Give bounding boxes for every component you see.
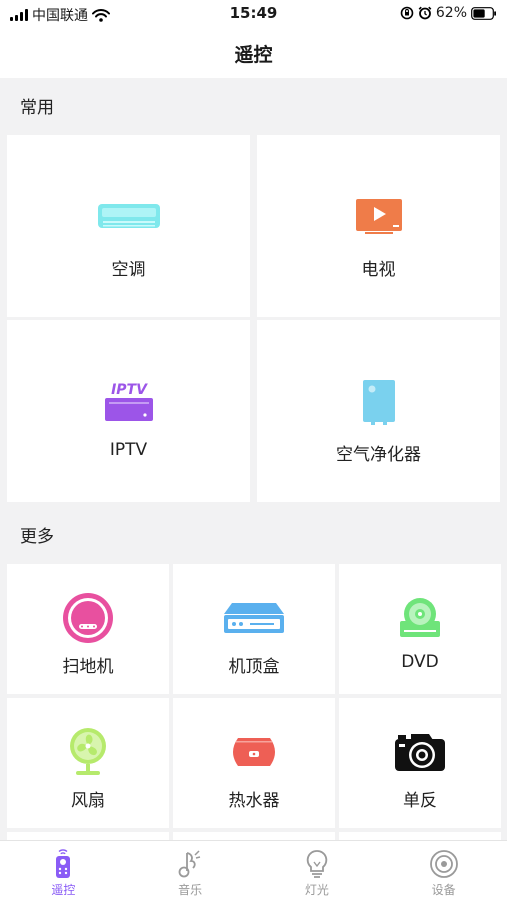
tab-devices[interactable]: 设备	[380, 841, 507, 900]
set-top-box-icon	[204, 590, 304, 646]
device-label: 风扇	[71, 791, 105, 811]
device-card-water-heater[interactable]: 热水器	[173, 698, 335, 828]
status-bar: 中国联通 15:49 62%	[0, 0, 507, 28]
section-title-common: 常用	[20, 98, 54, 118]
device-card-iptv[interactable]: IPTV IPTV	[7, 320, 250, 502]
air-conditioner-icon	[69, 187, 189, 247]
battery-percent: 62%	[435, 5, 467, 21]
device-card-set-top-box[interactable]: 机顶盒	[173, 564, 335, 694]
device-card-robot-vacuum[interactable]: 扫地机	[7, 564, 169, 694]
tab-remote[interactable]: 遥控	[0, 841, 127, 900]
device-label: 电视	[361, 260, 396, 280]
device-card-fan[interactable]: 风扇	[7, 698, 169, 828]
iptv-icon-text: IPTV	[111, 382, 148, 398]
tab-label: 音乐	[178, 883, 203, 897]
device-card-camera[interactable]: 单反	[339, 698, 501, 828]
tab-bar: 遥控 音乐 灯光 设备	[0, 840, 507, 900]
device-card-air-purifier[interactable]: 空气净化器	[257, 320, 500, 502]
light-bulb-icon	[306, 850, 328, 878]
device-card-air-conditioner[interactable]: 空调	[7, 135, 250, 317]
device-label: 空调	[111, 260, 146, 280]
camera-icon	[370, 724, 470, 780]
air-purifier-icon	[319, 372, 439, 432]
device-list[interactable]: 常用 空调 电视 IPTV IPTV 空气净化器 更多 扫地机 机顶盒 DVD …	[0, 78, 507, 840]
tab-music[interactable]: 音乐	[127, 841, 254, 900]
robot-vacuum-icon	[38, 590, 138, 646]
tab-label: 设备	[431, 883, 456, 897]
water-heater-icon	[204, 724, 304, 780]
device-label: IPTV	[109, 440, 148, 460]
fan-icon	[38, 724, 138, 780]
section-title-more: 更多	[20, 527, 54, 547]
device-card-tv[interactable]: 电视	[257, 135, 500, 317]
device-label: 热水器	[228, 791, 280, 811]
dvd-player-icon	[370, 590, 470, 646]
page-title: 遥控	[234, 44, 273, 66]
device-card-partial[interactable]	[173, 832, 335, 840]
status-right: 62%	[400, 5, 497, 21]
tab-lights[interactable]: 灯光	[254, 841, 381, 900]
device-card-partial[interactable]	[339, 832, 501, 840]
device-label: 单反	[403, 791, 437, 811]
device-card-partial[interactable]	[7, 832, 169, 840]
iptv-box-icon: IPTV	[69, 372, 189, 432]
rotation-lock-icon	[400, 6, 414, 20]
device-label: DVD	[401, 652, 439, 672]
device-label: 扫地机	[62, 657, 114, 677]
remote-control-icon	[56, 849, 71, 878]
device-label: 空气净化器	[336, 445, 421, 465]
device-card-dvd[interactable]: DVD	[339, 564, 501, 694]
alarm-icon	[418, 6, 432, 20]
tab-label: 遥控	[51, 883, 76, 897]
tv-icon	[319, 187, 439, 247]
battery-icon	[471, 6, 496, 20]
device-icon	[429, 850, 458, 878]
tab-label: 灯光	[304, 883, 329, 897]
navigation-bar: 遥控	[0, 28, 507, 78]
device-label: 机顶盒	[228, 657, 280, 677]
music-note-icon	[178, 850, 201, 878]
